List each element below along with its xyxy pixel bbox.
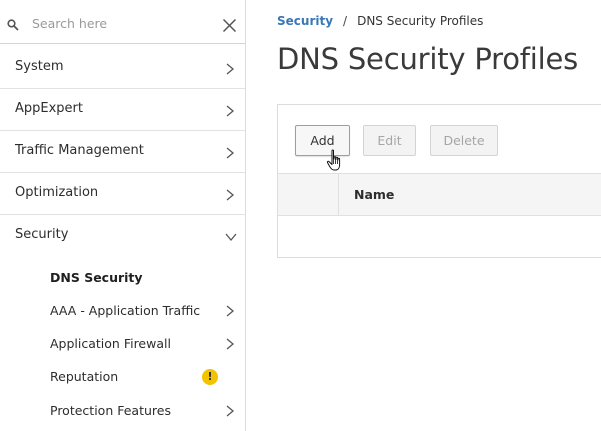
sidebar-subitem-application-firewall[interactable]: Application Firewall: [0, 327, 245, 360]
table-header: Name: [278, 173, 601, 216]
column-header-name[interactable]: Name: [354, 187, 394, 202]
sidebar-item-label: Traffic Management: [15, 143, 144, 158]
chevron-right-icon: [226, 305, 235, 317]
page-title: DNS Security Profiles: [277, 42, 579, 76]
edit-button[interactable]: Edit: [363, 125, 416, 156]
add-button[interactable]: Add: [295, 125, 350, 156]
chevron-right-icon: [226, 63, 235, 75]
sidebar-subitem-protection-features[interactable]: Protection Features: [0, 394, 245, 427]
sidebar-item-label: Security: [15, 227, 69, 242]
chevron-right-icon: [226, 405, 235, 417]
sidebar-subitem-label: AAA - Application Traffic: [50, 303, 201, 318]
warning-icon: !: [202, 369, 218, 385]
chevron-right-icon: [226, 105, 235, 117]
sidebar-subitem-label: Protection Features: [50, 403, 171, 418]
chevron-right-icon: [226, 338, 235, 350]
breadcrumb: Security / DNS Security Profiles: [277, 14, 483, 28]
breadcrumb-separator: /: [343, 14, 348, 28]
sidebar-subitem-label: Reputation: [50, 369, 119, 384]
sidebar-item-label: System: [15, 59, 64, 74]
chevron-down-icon: [225, 233, 237, 242]
breadcrumb-current: DNS Security Profiles: [357, 14, 484, 28]
sidebar-search: [0, 0, 245, 44]
profiles-panel: Add Edit Delete Name: [277, 104, 601, 258]
close-icon[interactable]: [222, 18, 237, 33]
sidebar-subitem-aaa-application-traffic[interactable]: AAA - Application Traffic: [0, 294, 245, 327]
chevron-right-icon: [226, 147, 235, 159]
sidebar-item-appexpert[interactable]: AppExpert: [0, 89, 245, 131]
sidebar-item-label: AppExpert: [15, 101, 83, 116]
breadcrumb-link-security[interactable]: Security: [277, 14, 333, 28]
sidebar-item-traffic-management[interactable]: Traffic Management: [0, 131, 245, 173]
sidebar-subitem-dns-security[interactable]: DNS Security: [0, 261, 245, 294]
table-body: [278, 216, 601, 257]
sidebar-subitem-label: Application Firewall: [50, 336, 171, 351]
search-icon: [7, 19, 19, 31]
sidebar: System AppExpert Traffic Management Opti…: [0, 0, 246, 431]
sidebar-subitem-reputation[interactable]: Reputation !: [0, 360, 245, 393]
search-input[interactable]: [32, 13, 212, 33]
sidebar-item-label: Optimization: [15, 185, 99, 200]
sidebar-subitem-label: DNS Security: [50, 270, 143, 285]
sidebar-item-security[interactable]: Security: [0, 215, 245, 257]
sidebar-item-optimization[interactable]: Optimization: [0, 173, 245, 215]
select-column-header[interactable]: [278, 174, 339, 215]
delete-button[interactable]: Delete: [430, 125, 498, 156]
chevron-right-icon: [226, 189, 235, 201]
sidebar-item-system[interactable]: System: [0, 47, 245, 89]
